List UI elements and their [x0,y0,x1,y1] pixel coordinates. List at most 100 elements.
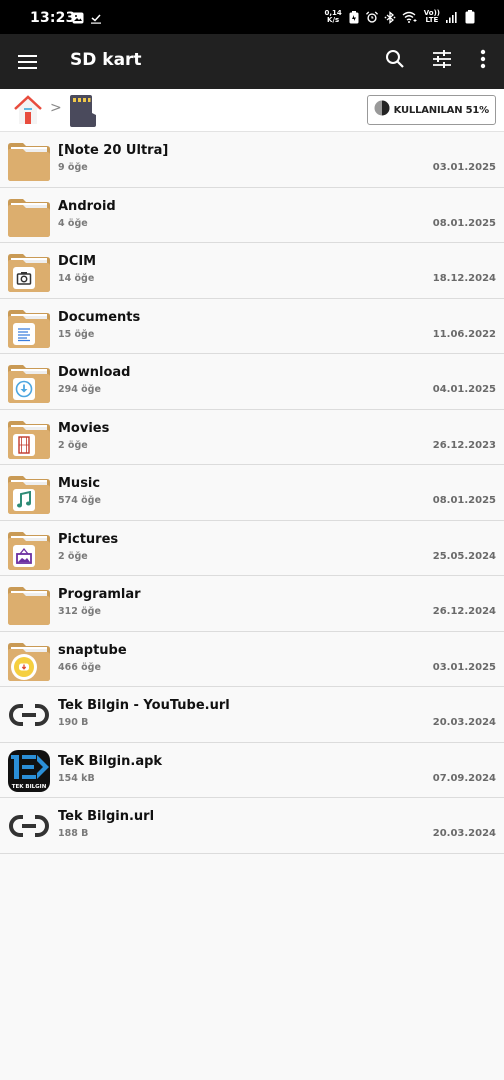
breadcrumb-sd-card[interactable] [68,95,98,127]
item-count: 4 öğe [58,217,88,229]
more-options-button[interactable] [471,49,495,73]
more-vert-icon [471,47,495,75]
wifi-icon [402,11,418,23]
folder-icon [7,249,51,293]
alarm-icon [365,11,378,23]
item-name: Programlar [58,587,141,602]
snaptube-icon [11,653,37,680]
item-count: 466 öğe [58,661,101,673]
status-bar: 13:23 0,14 K/s Vo)) LTE [0,0,504,34]
item-date: 25.05.2024 [432,550,496,562]
gallery-icon [72,12,84,24]
download-icon [13,378,35,400]
item-name: DCIM [58,254,97,269]
file-list-item[interactable]: Download 294 öğe 04.01.2025 [0,354,504,410]
item-count: 14 öğe [58,273,95,284]
item-name: Music [58,476,101,491]
link-icon [7,693,51,737]
apk-app-icon: TEK BILGIN [7,749,51,793]
folder-icon [7,360,51,404]
hamburger-menu-icon[interactable] [16,50,40,74]
file-list: [Note 20 Ultra] 9 öğe 03.01.2025 Android 4 ö… [0,132,504,854]
document-icon [13,322,35,345]
search-button[interactable] [383,49,407,73]
signal-icon [446,11,458,23]
item-name: Tek Bilgin.url [58,809,155,824]
folder-icon [7,305,51,349]
breadcrumb: > KULLANILAN 51% [0,89,504,132]
item-count: 9 öğe [58,162,88,173]
item-name: TeK Bilgin.apk [58,753,163,769]
status-time: 13:23 [30,10,76,26]
battery-saver-icon [348,10,360,23]
bluetooth-icon [384,10,396,24]
file-list-item[interactable]: Programlar 312 öğe 26.12.2024 [0,576,504,632]
filter-settings-button[interactable] [430,49,454,73]
item-date: 18.12.2024 [432,273,496,284]
lte-label: LTE [425,16,439,24]
sd-card-icon [68,95,98,131]
item-date: 03.01.2025 [432,661,496,673]
item-name: Documents [58,309,141,325]
item-date: 26.12.2023 [432,439,496,451]
camera-icon [13,267,35,289]
file-size: 190 B [58,717,89,728]
item-name: Pictures [58,531,119,547]
storage-usage-label: KULLANILAN 51% [393,104,490,116]
file-list-item[interactable]: DCIM 14 öğe 18.12.2024 [0,243,504,299]
file-size: 154 kB [58,772,95,784]
folder-icon [7,471,51,515]
folder-icon [7,138,51,182]
file-list-item[interactable]: Tek Bilgin.url 188 B 20.03.2024 [0,798,504,854]
folder-icon [7,194,51,238]
file-list-item[interactable]: Documents 15 öğe 11.06.2022 [0,298,504,354]
file-size: 188 B [58,828,89,839]
battery-icon [464,10,476,24]
item-name: Movies [58,420,110,436]
item-name: [Note 20 Ultra] [58,143,169,158]
network-speed: 0,14 K/s [324,10,341,24]
item-count: 574 öğe [58,495,101,506]
item-count: 294 öğe [58,384,101,395]
file-list-item[interactable]: snaptube 466 öğe 03.01.2025 [0,631,504,687]
file-list-item[interactable]: TEK BILGIN TeK Bilgin.apk 154 kB 07.09.2024 [0,742,504,798]
breadcrumb-home[interactable] [12,94,44,126]
item-date: 03.01.2025 [432,162,496,173]
item-count: 312 öğe [58,606,101,617]
picture-frame-icon [13,544,35,567]
item-date: 20.03.2024 [432,717,496,728]
file-list-item[interactable]: Pictures 2 öğe 25.05.2024 [0,520,504,576]
file-list-item[interactable]: Music 574 öğe 08.01.2025 [0,465,504,521]
item-date: 26.12.2024 [432,606,496,617]
home-icon [12,95,44,130]
storage-usage-button[interactable]: KULLANILAN 51% [366,95,496,125]
link-icon [7,804,51,848]
folder-icon [7,527,51,571]
folder-icon [7,582,51,626]
app-bar: SD kart [0,34,504,89]
file-list-item[interactable]: Tek Bilgin - YouTube.url 190 B 20.03.2024 [0,687,504,743]
item-count: 2 öğe [58,439,88,451]
network-speed-unit: K/s [327,16,340,24]
apk-caption: TEK BILGIN [12,784,47,790]
item-name: Download [58,365,131,380]
item-name: Android [58,198,116,214]
volte-icon: Vo)) LTE [424,10,440,24]
file-list-item[interactable]: [Note 20 Ultra] 9 öğe 03.01.2025 [0,132,504,188]
item-count: 2 öğe [58,550,88,562]
item-name: Tek Bilgin - YouTube.url [58,698,230,713]
item-date: 07.09.2024 [432,772,496,784]
file-list-item[interactable]: Movies 2 öğe 26.12.2023 [0,409,504,465]
file-list-item[interactable]: Android 4 öğe 08.01.2025 [0,187,504,243]
item-date: 08.01.2025 [432,217,496,229]
breadcrumb-separator: > [50,100,62,116]
item-date: 08.01.2025 [432,495,496,506]
folder-icon [7,638,51,682]
folder-icon [7,416,51,460]
search-icon [384,48,406,74]
music-note-icon [13,489,35,511]
item-date: 11.06.2022 [432,328,496,340]
page-title: SD kart [70,50,142,70]
film-icon [13,433,35,456]
filter-settings-icon [431,48,453,74]
